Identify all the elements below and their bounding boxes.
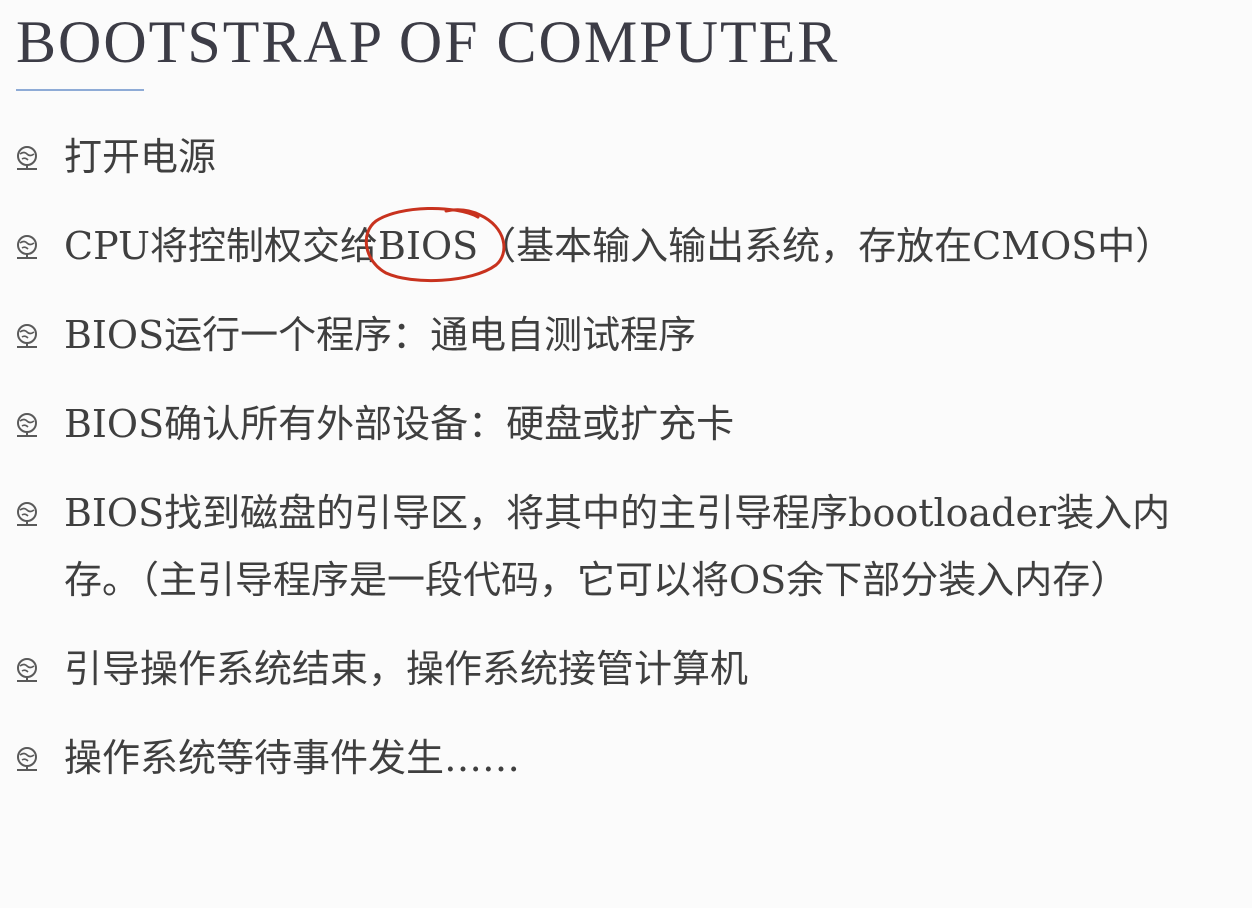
slide: BOOTSTRAP OF COMPUTER 打开电源 CPU将控制权交给BIOS (0, 0, 1252, 908)
globe-pin-icon (17, 502, 37, 526)
title-underline (16, 89, 144, 91)
bullet-list: 打开电源 CPU将控制权交给BIOS （基本输入输出系统，存放在CMOS中） B… (0, 124, 1252, 814)
bios-highlight-text: BIOS (378, 224, 479, 268)
bullet-item-power-on: 打开电源 (0, 124, 1252, 191)
bios-highlight: BIOS (364, 206, 506, 282)
bullet-text: BIOS找到磁盘的引导区，将其中的主引导程序bootloader装入内存。（主引… (64, 491, 1171, 602)
globe-pin-icon (17, 747, 37, 771)
slide-title: BOOTSTRAP OF COMPUTER (16, 9, 840, 75)
bullet-item-os-takeover: 引导操作系统结束，操作系统接管计算机 (0, 636, 1252, 703)
bullet-item-post-test: BIOS运行一个程序：通电自测试程序 (0, 302, 1252, 369)
bullet-item-bootloader: BIOS找到磁盘的引导区，将其中的主引导程序bootloader装入内存。（主引… (0, 480, 1252, 614)
bullet-text: 引导操作系统结束，操作系统接管计算机 (64, 647, 749, 691)
globe-pin-icon (17, 658, 37, 682)
bullet-text: BIOS运行一个程序：通电自测试程序 (64, 313, 697, 357)
globe-pin-icon (17, 146, 37, 170)
globe-pin-icon (17, 235, 37, 259)
globe-pin-icon (17, 413, 37, 437)
bullet-text-post: （基本输入输出系统，存放在CMOS中） (478, 224, 1174, 268)
bullet-item-wait-events: 操作系统等待事件发生…… (0, 725, 1252, 792)
bullet-item-cpu-to-bios: CPU将控制权交给BIOS （基本输入输出系统，存放在CMOS中） (0, 206, 1252, 282)
bullet-text-pre: CPU将控制权交给 (64, 224, 379, 268)
bullet-text: BIOS确认所有外部设备：硬盘或扩充卡 (64, 402, 735, 446)
globe-pin-icon (17, 324, 37, 348)
bullet-text: 操作系统等待事件发生…… (64, 736, 521, 780)
bullet-item-confirm-devices: BIOS确认所有外部设备：硬盘或扩充卡 (0, 391, 1252, 458)
bullet-text: 打开电源 (64, 135, 217, 179)
